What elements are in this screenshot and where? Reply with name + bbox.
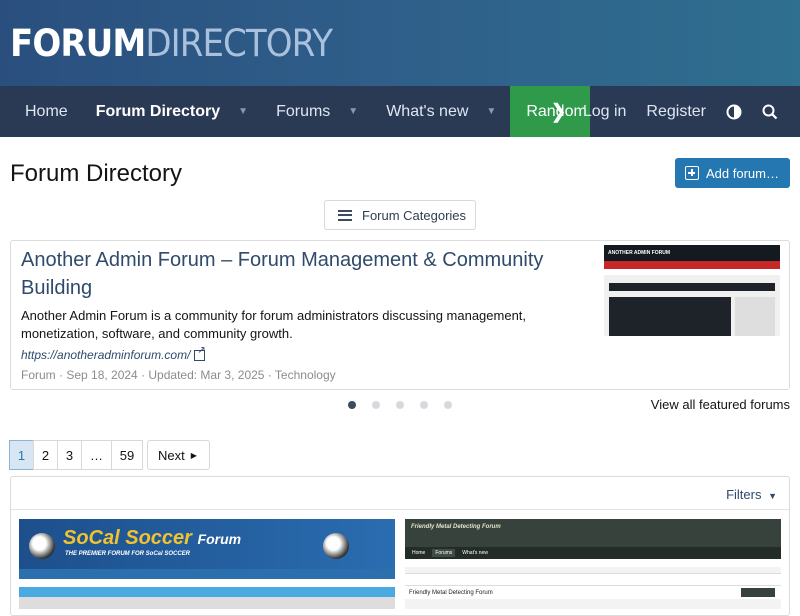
view-all-featured-link[interactable]: View all featured forums [651, 397, 790, 412]
nav-whats-new-label: What's new [386, 102, 469, 120]
next-page-label: Next [158, 447, 185, 463]
list-divider [11, 509, 789, 510]
site-header: FORUMDIRECTORY [0, 0, 800, 86]
nav-forum-directory[interactable]: Forum Directory ▼ [82, 86, 262, 137]
nav-scroll-right-icon[interactable]: ❯ [550, 99, 567, 124]
login-link[interactable]: Log in [573, 86, 637, 137]
pagination: 1 2 3 … 59 Next ▶ [9, 440, 210, 470]
next-page-button[interactable]: Next ▶ [147, 440, 210, 470]
thumbnail-banner: SoCal Soccer Forum THE PREMIER FORUM FOR… [19, 519, 395, 569]
external-link-icon [194, 345, 206, 361]
logo-text-directory: DIRECTORY [145, 22, 333, 65]
site-logo[interactable]: FORUMDIRECTORY [10, 22, 333, 65]
soccer-ball-icon [29, 533, 55, 559]
nav-home[interactable]: Home [0, 86, 82, 137]
menu-icon [338, 209, 352, 221]
thumbnail-tab: What's new [462, 550, 488, 556]
page-link-1[interactable]: 1 [9, 440, 34, 470]
search-icon[interactable] [752, 86, 800, 137]
thumbnail-title-bar [19, 587, 395, 597]
nav-forums[interactable]: Forums ▼ [262, 86, 372, 137]
page-link-59[interactable]: 59 [111, 440, 143, 470]
logo-text-forum: FORUM [10, 22, 146, 65]
forum-categories-label: Forum Categories [362, 207, 467, 223]
soccer-ball-icon [323, 533, 349, 559]
forum-card-thumbnail[interactable]: Friendly Metal Detecting Forum Home Foru… [405, 519, 781, 609]
featured-forum-url-text: https://anotheradminforum.com/ [21, 348, 191, 362]
thumbnail-nav [19, 569, 395, 579]
featured-forum-card: Another Admin Forum – Forum Management &… [10, 240, 790, 390]
featured-forum-url[interactable]: https://anotheradminforum.com/ [21, 345, 206, 363]
featured-forum-title[interactable]: Another Admin Forum – Forum Management &… [21, 246, 581, 302]
thumbnail-nav: Home Forums What's new [405, 547, 781, 559]
thumbnail-bar [609, 283, 775, 291]
thumbnail-nav [604, 261, 780, 269]
page-title: Forum Directory [10, 160, 183, 187]
forum-categories-button[interactable]: Forum Categories [324, 200, 476, 230]
thumbnail-title-bar: Friendly Metal Detecting Forum [405, 585, 781, 599]
thumbnail-body [609, 297, 775, 336]
thumbnail-page-title: Friendly Metal Detecting Forum [409, 589, 493, 596]
thumbnail-sidebar [735, 297, 775, 336]
theme-toggle-icon[interactable] [716, 86, 752, 137]
carousel-dot-1[interactable] [348, 401, 356, 409]
thumbnail-subnav [604, 269, 780, 275]
thumbnail-logo-text: SoCal Soccer [63, 527, 192, 549]
carousel-dot-4[interactable] [420, 401, 428, 409]
forum-list: Filters ▼ SoCal Soccer Forum THE PREMIER… [10, 476, 790, 616]
add-forum-button[interactable]: Add forum… [675, 158, 790, 188]
thumbnail-header: ANOTHER ADMIN FORUM [604, 245, 780, 261]
main-nav: Home Forum Directory ▼ Forums ▼ What's n… [0, 86, 800, 137]
caret-right-icon: ▶ [190, 450, 197, 460]
thumbnail-logo: Friendly Metal Detecting Forum [411, 524, 501, 530]
thumbnail-main [609, 297, 731, 336]
filters-button[interactable]: Filters ▼ [726, 487, 777, 502]
caret-down-icon: ▼ [768, 491, 777, 501]
thumbnail-subnav [405, 559, 781, 567]
add-forum-label: Add forum… [706, 165, 779, 181]
page-link-2[interactable]: 2 [33, 440, 58, 470]
thumbnail-tagline: THE PREMIER FORUM FOR SoCal SOCCER [65, 551, 191, 557]
nav-whats-new[interactable]: What's new ▼ [372, 86, 510, 137]
forum-card-thumbnail[interactable]: SoCal Soccer Forum THE PREMIER FORUM FOR… [19, 519, 395, 609]
thumbnail-tab: Forums [432, 549, 456, 557]
carousel-dot-2[interactable] [372, 401, 380, 409]
nav-forum-directory-label: Forum Directory [95, 102, 221, 120]
page-ellipsis[interactable]: … [81, 440, 112, 470]
page-link-3[interactable]: 3 [57, 440, 82, 470]
nav-right-group: ❯ Log in Register [550, 86, 800, 137]
thumbnail-tab: Home [412, 550, 426, 556]
featured-forum-description: Another Admin Forum is a community for f… [21, 308, 527, 341]
carousel-dots [348, 401, 452, 409]
register-link[interactable]: Register [636, 86, 716, 137]
nav-forums-label: Forums [276, 102, 331, 120]
filters-label: Filters [726, 487, 762, 502]
plus-square-icon [685, 166, 699, 180]
carousel-dot-3[interactable] [396, 401, 404, 409]
caret-down-icon[interactable]: ▼ [348, 106, 358, 117]
featured-forum-meta: Forum · Sep 18, 2024 · Updated: Mar 3, 2… [21, 368, 336, 382]
thumbnail-banner: Friendly Metal Detecting Forum [405, 519, 781, 547]
caret-down-icon[interactable]: ▼ [486, 106, 496, 117]
thumbnail-breadcrumb [405, 573, 781, 585]
thumbnail-subnav [19, 579, 395, 587]
thumbnail-logo: SoCal Soccer Forum [63, 527, 241, 550]
carousel-dot-5[interactable] [444, 401, 452, 409]
featured-forum-thumbnail[interactable]: ANOTHER ADMIN FORUM [604, 245, 780, 336]
thumbnail-button [741, 588, 775, 597]
thumbnail-logo-suffix: Forum [197, 531, 242, 547]
caret-down-icon[interactable]: ▼ [238, 106, 248, 117]
